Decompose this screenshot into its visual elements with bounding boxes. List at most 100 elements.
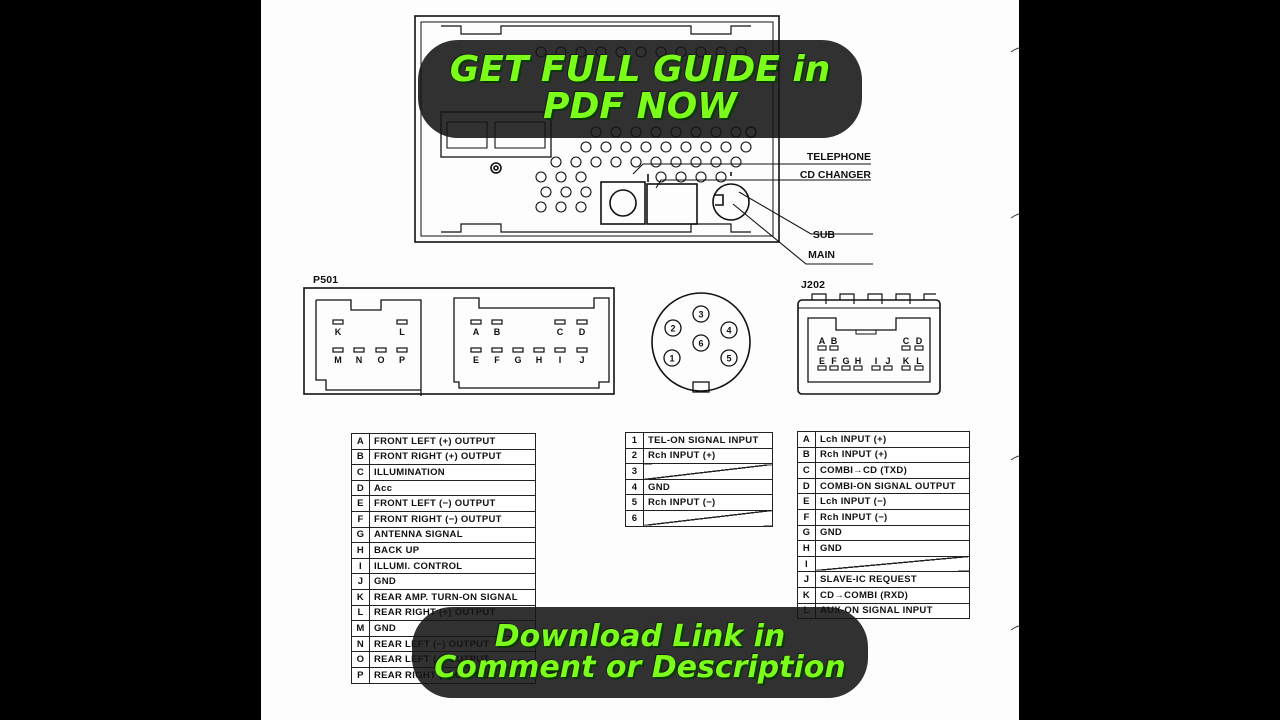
banner-bottom-line2: Comment or Description (434, 649, 846, 685)
pin-label: A (819, 336, 826, 346)
pin-id: D (351, 479, 370, 497)
pin-id: A (351, 433, 370, 450)
get-guide-banner[interactable]: GET FULL GUIDE in PDF NOW (418, 40, 862, 138)
pin-slot (829, 365, 839, 371)
pin-id: C (797, 462, 816, 479)
j202-pins: A B C D E F G H I J K L (817, 336, 924, 371)
pin-id: E (797, 493, 816, 510)
pinout-row: E FRONT LEFT (−) OUTPUT (351, 495, 536, 512)
pin-slot (883, 365, 893, 371)
pin-label: P (399, 355, 405, 365)
din-pin-label: 6 (698, 339, 703, 349)
pinout-row: F Rch INPUT (−) (797, 508, 970, 526)
pin-label: C (557, 327, 564, 337)
pinout-row: D COMBI-ON SIGNAL OUTPUT (797, 477, 970, 495)
pin-slot (491, 347, 503, 353)
pin-signal (815, 555, 970, 573)
pinout-row: H GND (797, 540, 970, 557)
pin-signal: Rch INPUT (−) (815, 508, 970, 526)
pin-id: F (351, 510, 370, 528)
pin-label: B (494, 327, 501, 337)
pin-label: L (399, 327, 405, 337)
pin-signal: GND (643, 478, 773, 496)
pin-signal: FRONT RIGHT (−) OUTPUT (369, 510, 536, 528)
pin-slot (375, 347, 387, 353)
j202-pinout-table: A Lch INPUT (+) B Rch INPUT (+) C COMBI→CD (T… (797, 431, 970, 620)
download-link-banner[interactable]: Download Link in Comment or Description (412, 607, 868, 698)
pin-id: 5 (625, 494, 644, 511)
pin-signal (643, 463, 773, 480)
pin-signal: Rch INPUT (−) (643, 494, 773, 511)
pin-signal: COMBI-ON SIGNAL OUTPUT (815, 477, 970, 495)
pin-slot (332, 319, 344, 325)
pin-slot (396, 319, 408, 325)
pin-signal: TEL-ON SIGNAL INPUT (643, 432, 773, 449)
pin-label: F (831, 356, 837, 366)
pin-id: 2 (625, 447, 644, 465)
din-pin-label: 2 (670, 324, 675, 334)
pin-id: J (797, 571, 816, 588)
pin-label: J (885, 356, 890, 366)
pin-slot (871, 365, 881, 371)
pin-id: A (797, 431, 816, 448)
pin-slot (491, 319, 503, 325)
pin-signal: BACK UP (369, 542, 536, 559)
pinout-row: I (797, 555, 970, 573)
pin-slot (332, 347, 344, 353)
pin-signal: GND (815, 540, 970, 557)
pin-id: I (797, 555, 816, 573)
pinout-row: A FRONT LEFT (+) OUTPUT (351, 433, 536, 450)
din-pin-label: 5 (726, 354, 731, 364)
pin-label: D (579, 327, 586, 337)
din-connector-diagram: 1 2 3 4 5 6 (651, 292, 751, 393)
pin-slot (853, 365, 863, 371)
din-pins: 1 2 3 4 5 6 (663, 305, 738, 367)
banner-top-line2: PDF NOW (543, 86, 737, 127)
telephone-pinout-table: 1 TEL-ON SIGNAL INPUT 2 Rch INPUT (+) 3 4 GND 5… (625, 432, 773, 527)
din-pin-label: 1 (669, 354, 674, 364)
din-pin-label: 4 (726, 326, 731, 336)
pin-slot (914, 345, 924, 351)
j202-connector-diagram: A B C D E F G H I J K L (797, 293, 941, 395)
pinout-row: 6 (625, 509, 773, 527)
pin-id: F (797, 508, 816, 526)
pinout-row: G ANTENNA SIGNAL (351, 526, 536, 544)
pinout-row: 1 TEL-ON SIGNAL INPUT (625, 432, 773, 449)
pinout-row: H BACK UP (351, 542, 536, 559)
pin-slot (554, 347, 566, 353)
callout-sub: SUB (813, 229, 836, 241)
pin-id: H (797, 540, 816, 557)
pin-id: D (797, 477, 816, 495)
pin-label: M (334, 355, 342, 365)
pin-label: K (335, 327, 342, 337)
pin-signal: ILLUMINATION (369, 464, 536, 481)
pin-slot (829, 345, 839, 351)
pin-slot (817, 345, 827, 351)
p501-pins: K L M N O P A B C D E F G H I J (332, 319, 588, 365)
pinout-row: B FRONT RIGHT (+) OUTPUT (351, 448, 536, 466)
pin-signal: Acc (369, 479, 536, 497)
pin-slot (470, 347, 482, 353)
pinout-row: C ILLUMINATION (351, 464, 536, 481)
pin-slot (901, 365, 911, 371)
pin-slot (470, 319, 482, 325)
pin-label: L (916, 356, 922, 366)
pinout-row: 3 (625, 463, 773, 480)
pin-id: M (351, 620, 370, 637)
pin-signal: FRONT LEFT (+) OUTPUT (369, 433, 536, 450)
pin-label: K (903, 356, 910, 366)
pinout-row: K CD→COMBI (RXD) (797, 586, 970, 604)
pin-id: C (351, 464, 370, 481)
pinout-row: I ILLUMI. CONTROL (351, 557, 536, 575)
pin-id: N (351, 635, 370, 653)
pin-signal: FRONT RIGHT (+) OUTPUT (369, 448, 536, 466)
pin-id: 4 (625, 478, 644, 496)
p501-connector-diagram: K L M N O P A B C D E F G H I J (303, 287, 615, 396)
pin-signal: ILLUMI. CONTROL (369, 557, 536, 575)
callout-cd-changer: CD CHANGER (800, 169, 872, 181)
pin-slot (353, 347, 365, 353)
pin-id: I (351, 557, 370, 575)
pin-slot (396, 347, 408, 353)
p501-label: P501 (313, 274, 339, 286)
pin-label: I (559, 355, 562, 365)
